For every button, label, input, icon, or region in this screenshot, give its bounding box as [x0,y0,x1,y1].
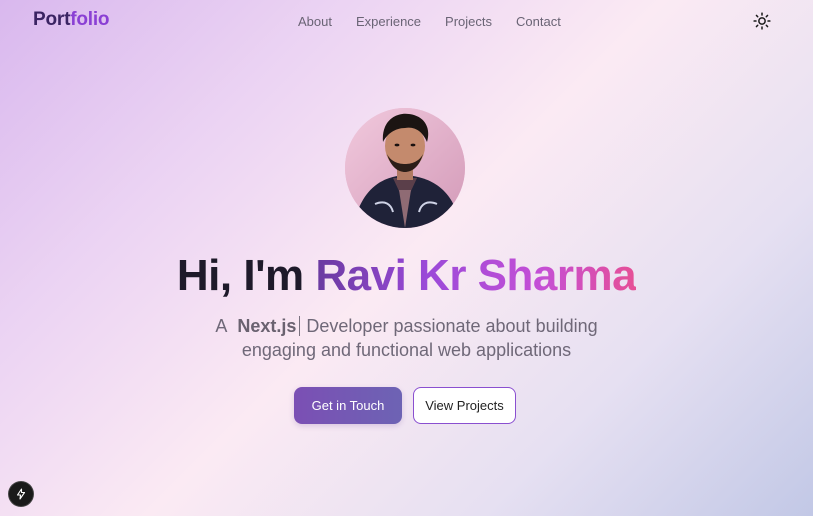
brand-text-port: Port [33,9,71,30]
brand-logo[interactable]: Portfolio [33,9,110,31]
get-in-touch-button[interactable]: Get in Touch [294,387,402,424]
hero-name: Ravi Kr Sharma [315,251,637,300]
tagline-typewriter-tech: Next.js [237,316,301,336]
site-header: Portfolio About Experience Projects Cont… [0,0,813,42]
sun-icon [753,12,771,30]
main-nav: About Experience Projects Contact [298,14,561,29]
hero-tagline: A Next.js Developer passionate about build… [180,314,633,362]
profile-photo [345,108,465,228]
nav-link-projects[interactable]: Projects [445,14,492,29]
nav-link-about[interactable]: About [298,14,332,29]
brand-text-folio: folio [70,9,110,30]
lightning-icon [16,488,26,500]
view-projects-button[interactable]: View Projects [413,387,516,424]
tagline-prefix: A [215,316,228,336]
nav-link-experience[interactable]: Experience [356,14,421,29]
theme-toggle-button[interactable] [751,10,773,32]
hero-heading: Hi, I'm Ravi Kr Sharma [0,248,813,304]
nextjs-dev-indicator-button[interactable] [9,482,33,506]
profile-avatar [345,108,465,228]
nav-link-contact[interactable]: Contact [516,14,561,29]
hero-greeting: Hi, I'm [176,251,316,300]
